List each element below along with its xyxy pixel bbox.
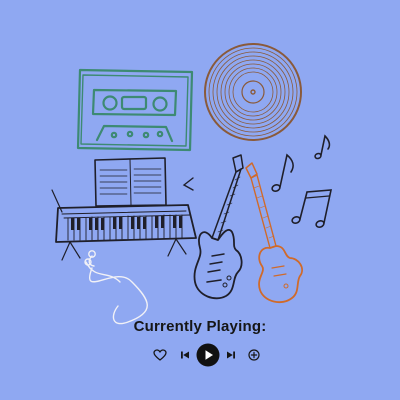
player-controls — [150, 343, 264, 367]
piano-keyboard-illustration — [51, 157, 197, 261]
heart-icon — [153, 349, 167, 361]
skip-next-icon — [227, 351, 235, 359]
vinyl-record-illustration — [204, 43, 302, 141]
skip-previous-icon — [181, 351, 189, 359]
music-notes-illustration — [271, 134, 333, 228]
previous-track-button[interactable] — [176, 343, 194, 367]
plus-circle-icon — [248, 349, 260, 361]
play-icon — [196, 343, 220, 367]
add-button[interactable] — [244, 343, 264, 367]
like-button[interactable] — [150, 343, 170, 367]
next-track-button[interactable] — [222, 343, 240, 367]
currently-playing-heading: Currently Playing: — [133, 318, 267, 335]
electric-guitar-illustration — [193, 154, 244, 300]
chevron-mark-illustration — [182, 177, 194, 191]
earphones-illustration — [84, 250, 148, 325]
music-collage-illustration — [51, 43, 333, 325]
play-button[interactable] — [196, 343, 220, 367]
cassette-tape-illustration — [76, 68, 194, 152]
orange-guitar-illustration — [245, 162, 303, 304]
